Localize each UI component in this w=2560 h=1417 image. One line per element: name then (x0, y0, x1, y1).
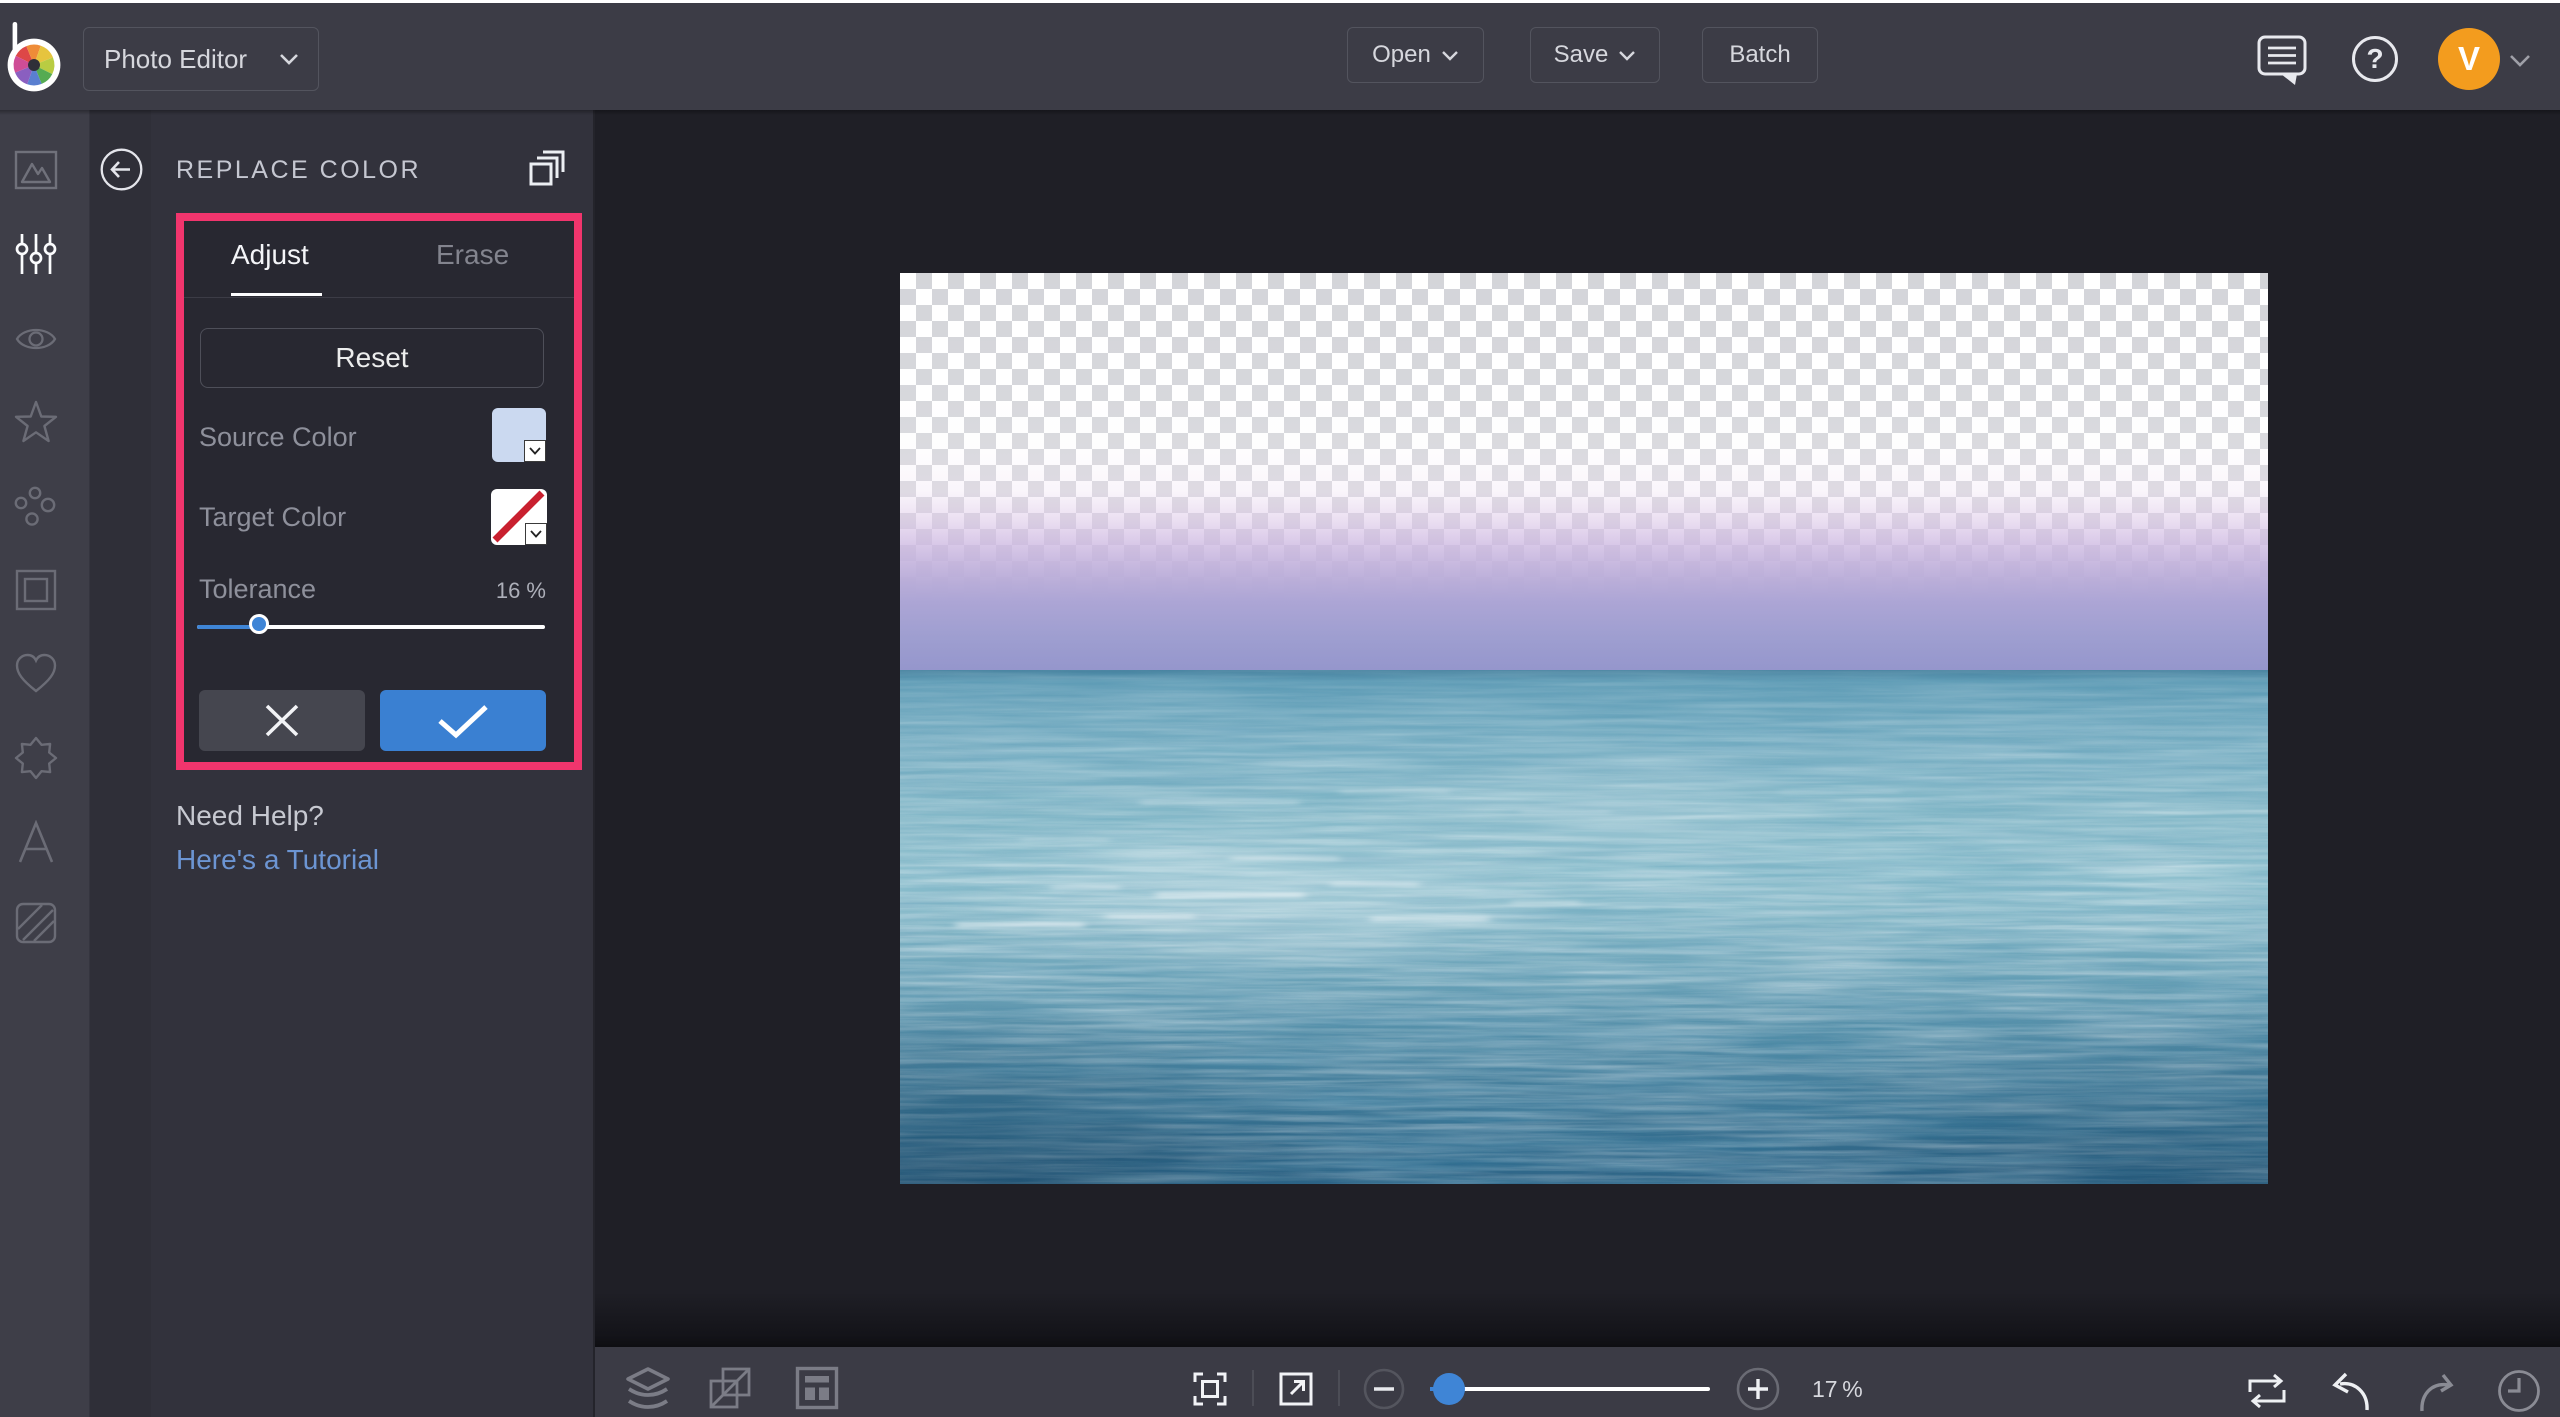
svg-text:?: ? (2366, 43, 2383, 74)
